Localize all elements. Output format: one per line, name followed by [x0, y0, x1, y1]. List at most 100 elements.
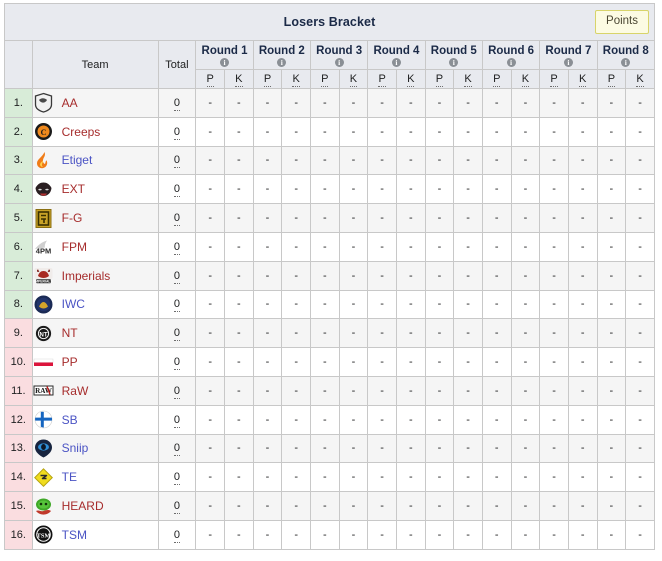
total-cell[interactable]: 0	[157, 433, 197, 464]
team-name-link[interactable]: EXT	[62, 182, 85, 196]
score-cell-r3-p: -	[309, 433, 340, 464]
total-cell[interactable]: 0	[157, 145, 197, 176]
total-cell[interactable]: 0	[157, 88, 197, 118]
round-3-p-header[interactable]: P	[309, 69, 340, 89]
team-name-link[interactable]: Creeps	[62, 125, 101, 139]
info-icon[interactable]: i	[277, 58, 287, 67]
score-cell-r7-p: -	[539, 491, 569, 521]
team-cell: 4PM FPM	[31, 231, 159, 262]
team-name-link[interactable]: TE	[62, 470, 77, 484]
score-cell-r8-p: -	[596, 433, 627, 464]
total-cell[interactable]: 0	[157, 519, 197, 550]
total-cell[interactable]: 0	[157, 318, 197, 349]
round-7-p-header[interactable]: P	[539, 69, 569, 89]
team-name-link[interactable]: Etiget	[62, 153, 93, 167]
sub-column-label: K	[579, 73, 587, 87]
score-cell-r2-p: -	[252, 433, 283, 464]
team-cell: C Creeps	[31, 116, 159, 147]
round-2-k-header[interactable]: K	[281, 69, 311, 89]
score-cell-r6-k: -	[510, 347, 541, 377]
score-cell-r5-p: -	[424, 145, 455, 176]
score-cell-r5-k: -	[453, 231, 483, 262]
total-cell[interactable]: 0	[157, 491, 197, 521]
team-name-link[interactable]: PP	[62, 355, 78, 369]
info-icon[interactable]: i	[506, 58, 516, 67]
team-name-link[interactable]: SB	[62, 413, 78, 427]
score-cell-r4-k: -	[395, 260, 426, 291]
info-icon[interactable]: i	[621, 58, 631, 67]
score-cell-r7-p: -	[539, 375, 569, 406]
team-name-link[interactable]: RaW	[62, 384, 89, 398]
info-icon[interactable]: i	[391, 58, 401, 67]
round-6-k-header[interactable]: K	[510, 69, 541, 89]
score-cell-r3-k: -	[338, 375, 369, 406]
score-cell-r3-k: -	[338, 491, 369, 521]
score-cell-r4-p: -	[367, 462, 397, 493]
total-cell[interactable]: 0	[157, 231, 197, 262]
score-cell-r7-p: -	[539, 231, 569, 262]
round-1-p-header[interactable]: P	[195, 69, 226, 89]
round-5-k-header[interactable]: K	[453, 69, 483, 89]
score-cell-r8-k: -	[625, 260, 655, 291]
score-cell-r2-p: -	[252, 462, 283, 493]
total-cell[interactable]: 0	[157, 174, 197, 205]
round-5-p-header[interactable]: P	[424, 69, 455, 89]
round-8-p-header[interactable]: P	[596, 69, 627, 89]
round-3-k-header[interactable]: K	[338, 69, 369, 89]
score-cell-r7-p: -	[539, 462, 569, 493]
total-cell[interactable]: 0	[157, 289, 197, 320]
score-cell-r7-k: -	[567, 491, 598, 521]
etiget-flame-logo	[33, 150, 54, 171]
team-name-link[interactable]: IWC	[62, 297, 85, 311]
score-cell-r8-k: -	[625, 491, 655, 521]
team-name-link[interactable]: F-G	[62, 211, 83, 225]
round-1-k-header[interactable]: K	[224, 69, 254, 89]
total-cell[interactable]: 0	[157, 116, 197, 147]
score-cell-r2-k: -	[281, 462, 311, 493]
points-button[interactable]: Points	[595, 10, 649, 34]
round-info-row: i	[598, 58, 654, 69]
round-7-k-header[interactable]: K	[567, 69, 598, 89]
team-name-link[interactable]: Sniip	[62, 441, 89, 455]
score-cell-r5-p: -	[424, 491, 455, 521]
sub-column-label: K	[235, 73, 243, 87]
total-cell[interactable]: 0	[157, 462, 197, 493]
score-cell-r7-k: -	[567, 347, 598, 377]
info-icon[interactable]: i	[334, 58, 344, 67]
total-cell[interactable]: 0	[157, 404, 197, 435]
total-cell[interactable]: 0	[157, 203, 197, 233]
team-name-link[interactable]: FPM	[62, 240, 87, 254]
score-cell-r8-k: -	[625, 433, 655, 464]
total-cell[interactable]: 0	[157, 375, 197, 406]
score-cell-r8-p: -	[596, 231, 627, 262]
team-name-link[interactable]: NT	[62, 326, 78, 340]
team-cell: SB	[31, 404, 159, 435]
score-cell-r2-p: -	[252, 289, 283, 320]
team-name-link[interactable]: TSM	[62, 528, 87, 542]
round-4-p-header[interactable]: P	[367, 69, 397, 89]
info-icon[interactable]: i	[220, 58, 230, 67]
round-info-row: i	[196, 58, 252, 69]
team-name-link[interactable]: AA	[62, 96, 78, 110]
rank-cell: 16.	[4, 519, 33, 550]
score-cell-r3-p: -	[309, 231, 340, 262]
total-cell[interactable]: 0	[157, 347, 197, 377]
round-2-p-header[interactable]: P	[252, 69, 283, 89]
round-6-p-header[interactable]: P	[481, 69, 512, 89]
team-name-link[interactable]: Imperials	[62, 269, 111, 283]
score-cell-r3-p: -	[309, 491, 340, 521]
total-cell[interactable]: 0	[157, 260, 197, 291]
score-cell-r8-p: -	[596, 260, 627, 291]
score-cell-r8-p: -	[596, 404, 627, 435]
total-value: 0	[173, 442, 180, 457]
score-cell-r2-k: -	[281, 519, 311, 550]
iwc-circle-logo	[33, 294, 54, 315]
info-icon[interactable]: i	[449, 58, 459, 67]
team-name-link[interactable]: HEARD	[62, 499, 104, 513]
score-cell-r1-k: -	[224, 231, 254, 262]
round-4-k-header[interactable]: K	[395, 69, 426, 89]
round-8-k-header[interactable]: K	[625, 69, 655, 89]
score-cell-r1-p: -	[195, 203, 226, 233]
info-icon[interactable]: i	[563, 58, 573, 67]
team-cell: F-G	[31, 203, 159, 233]
